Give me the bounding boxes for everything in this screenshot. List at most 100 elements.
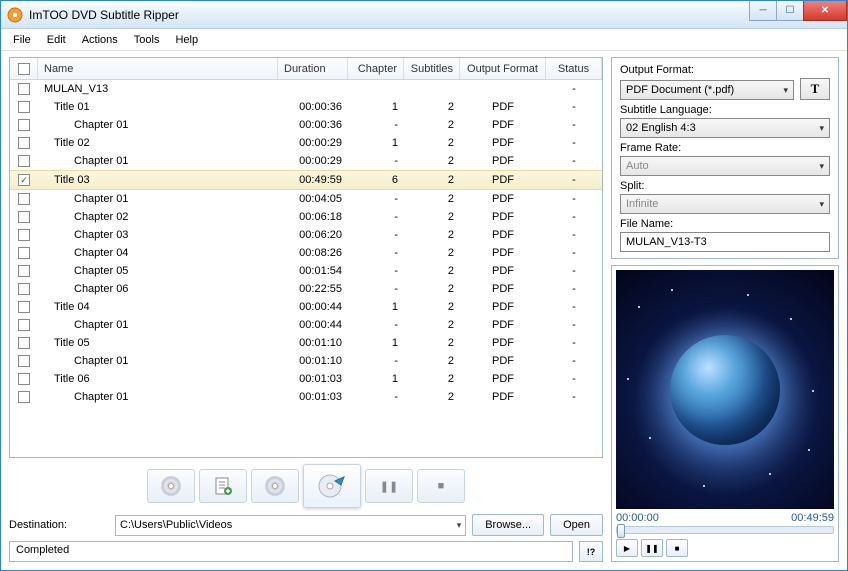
row-duration: 00:01:03: [278, 391, 348, 403]
table-row[interactable]: ✓Title 0300:49:5962PDF-: [10, 170, 602, 190]
row-checkbox[interactable]: [10, 283, 38, 295]
header-subtitles[interactable]: Subtitles: [404, 58, 460, 79]
row-status: -: [546, 283, 602, 295]
row-subtitles: 2: [404, 229, 460, 241]
table-body[interactable]: MULAN_V13-Title 0100:00:3612PDF-Chapter …: [10, 80, 602, 457]
table-row[interactable]: Title 0400:00:4412PDF-: [10, 298, 602, 316]
header-duration[interactable]: Duration: [278, 58, 348, 79]
close-button[interactable]: ✕: [803, 1, 847, 21]
row-format: PDF: [460, 211, 546, 223]
menu-edit[interactable]: Edit: [39, 32, 74, 48]
header-check[interactable]: [10, 58, 38, 79]
row-checkbox[interactable]: [10, 301, 38, 313]
table-row[interactable]: Title 0500:01:1012PDF-: [10, 334, 602, 352]
header-name[interactable]: Name: [38, 58, 278, 79]
table-row[interactable]: Chapter 0600:22:55-2PDF-: [10, 280, 602, 298]
browse-button[interactable]: Browse...: [472, 514, 544, 536]
menu-actions[interactable]: Actions: [74, 32, 126, 48]
table-row[interactable]: Title 0200:00:2912PDF-: [10, 134, 602, 152]
menu-file[interactable]: File: [5, 32, 39, 48]
row-checkbox[interactable]: [10, 211, 38, 223]
row-format: PDF: [460, 301, 546, 313]
row-checkbox[interactable]: [10, 193, 38, 205]
row-checkbox[interactable]: [10, 119, 38, 131]
header-chapter[interactable]: Chapter: [348, 58, 404, 79]
table-row[interactable]: Chapter 0200:06:18-2PDF-: [10, 208, 602, 226]
row-chapter: 1: [348, 373, 404, 385]
row-duration: 00:00:29: [278, 137, 348, 149]
preview-panel: 00:00:00 00:49:59 ▶ ❚❚ ■: [611, 265, 839, 562]
subtitle-language-select[interactable]: 02 English 4:3: [620, 118, 830, 138]
maximize-button[interactable]: ☐: [776, 1, 804, 21]
row-checkbox[interactable]: [10, 247, 38, 259]
header-format[interactable]: Output Format: [460, 58, 546, 79]
row-status: -: [546, 137, 602, 149]
open-button[interactable]: Open: [550, 514, 603, 536]
table-row[interactable]: Title 0100:00:3612PDF-: [10, 98, 602, 116]
remove-button[interactable]: [251, 469, 299, 503]
output-format-select[interactable]: PDF Document (*.pdf): [620, 80, 794, 100]
preview-stop-button[interactable]: ■: [666, 539, 688, 557]
row-checkbox[interactable]: [10, 319, 38, 331]
preview-play-button[interactable]: ▶: [616, 539, 638, 557]
split-select[interactable]: Infinite: [620, 194, 830, 214]
table-row[interactable]: Chapter 0100:01:03-2PDF-: [10, 388, 602, 406]
row-checkbox[interactable]: [10, 391, 38, 403]
row-checkbox[interactable]: [10, 373, 38, 385]
preview-pause-button[interactable]: ❚❚: [641, 539, 663, 557]
row-chapter: -: [348, 119, 404, 131]
info-button[interactable]: !?: [579, 541, 603, 562]
row-checkbox[interactable]: [10, 265, 38, 277]
table-row[interactable]: Title 0600:01:0312PDF-: [10, 370, 602, 388]
row-status: -: [546, 211, 602, 223]
file-name-input[interactable]: MULAN_V13-T3: [620, 232, 830, 252]
preview-time-current: 00:00:00: [616, 512, 659, 524]
table-row[interactable]: Chapter 0100:01:10-2PDF-: [10, 352, 602, 370]
row-checkbox[interactable]: [10, 137, 38, 149]
row-format: PDF: [460, 319, 546, 331]
header-status[interactable]: Status: [546, 58, 602, 79]
row-subtitles: 2: [404, 301, 460, 313]
pause-button[interactable]: ❚❚: [365, 469, 413, 503]
row-checkbox[interactable]: [10, 101, 38, 113]
table-row[interactable]: Chapter 0400:08:26-2PDF-: [10, 244, 602, 262]
row-name: Title 03: [38, 174, 278, 186]
row-checkbox[interactable]: [10, 229, 38, 241]
table-row[interactable]: Chapter 0300:06:20-2PDF-: [10, 226, 602, 244]
frame-rate-select[interactable]: Auto: [620, 156, 830, 176]
load-dvd-button[interactable]: [147, 469, 195, 503]
row-checkbox[interactable]: ✓: [10, 174, 38, 186]
preview-image[interactable]: [616, 270, 834, 509]
row-duration: 00:00:36: [278, 101, 348, 113]
table-row[interactable]: MULAN_V13-: [10, 80, 602, 98]
minimize-button[interactable]: ─: [749, 1, 777, 21]
destination-combo[interactable]: C:\Users\Public\Videos: [115, 515, 466, 536]
table-row[interactable]: Chapter 0100:00:36-2PDF-: [10, 116, 602, 134]
add-file-button[interactable]: [199, 469, 247, 503]
menu-tools[interactable]: Tools: [126, 32, 168, 48]
subtitle-language-label: Subtitle Language:: [620, 104, 830, 116]
text-style-button[interactable]: T: [800, 78, 830, 100]
row-status: -: [546, 119, 602, 131]
table-row[interactable]: Chapter 0500:01:54-2PDF-: [10, 262, 602, 280]
preview-seek-slider[interactable]: [616, 526, 834, 534]
row-checkbox[interactable]: [10, 83, 38, 95]
row-format: PDF: [460, 137, 546, 149]
table-row[interactable]: Chapter 0100:00:44-2PDF-: [10, 316, 602, 334]
stop-button[interactable]: ■: [417, 469, 465, 503]
row-checkbox[interactable]: [10, 155, 38, 167]
row-duration: 00:49:59: [278, 174, 348, 186]
rip-button[interactable]: [303, 464, 361, 508]
table-row[interactable]: Chapter 0100:00:29-2PDF-: [10, 152, 602, 170]
row-chapter: 1: [348, 101, 404, 113]
table-row[interactable]: Chapter 0100:04:05-2PDF-: [10, 190, 602, 208]
row-format: PDF: [460, 373, 546, 385]
row-checkbox[interactable]: [10, 355, 38, 367]
row-format: PDF: [460, 193, 546, 205]
row-subtitles: 2: [404, 265, 460, 277]
slider-thumb[interactable]: [617, 524, 625, 538]
menu-help[interactable]: Help: [167, 32, 206, 48]
titlebar[interactable]: ImTOO DVD Subtitle Ripper ─ ☐ ✕: [1, 1, 847, 29]
row-checkbox[interactable]: [10, 337, 38, 349]
row-name: Title 04: [38, 301, 278, 313]
